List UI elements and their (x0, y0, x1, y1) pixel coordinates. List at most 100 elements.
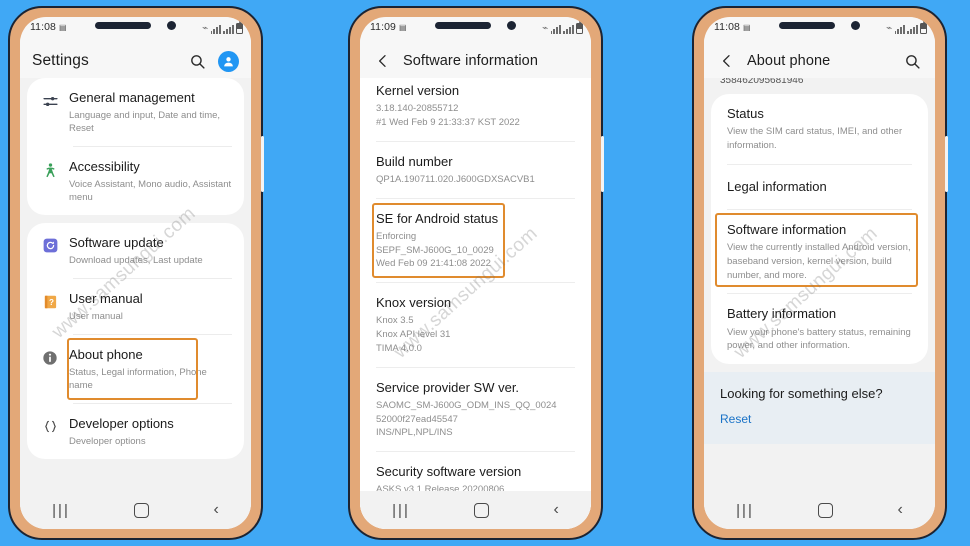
info-row-service-provider-sw-ver[interactable]: Service provider SW ver. SAOMC_SM-J600G_… (360, 367, 591, 452)
settings-list[interactable]: General management Language and input, D… (20, 78, 251, 529)
imei-number: 358462095681946 (720, 78, 804, 86)
row-title: Knox version (376, 295, 452, 311)
back-icon[interactable]: ‹ (897, 501, 902, 519)
status-bar-left: 11:09 ▤ (365, 19, 416, 35)
volume-button[interactable] (944, 136, 948, 192)
row-title: Software information (727, 221, 847, 237)
row-title: Status (727, 106, 764, 121)
info-row-build-number[interactable]: Build number QP1A.190711.020.J600GDXSACV… (360, 141, 591, 198)
row-title: Developer options (69, 416, 174, 432)
row-title: Software update (69, 235, 164, 251)
status-bar-right: ⌁ (194, 17, 247, 37)
row-title: Battery information (727, 306, 837, 322)
signal-bars-icon (210, 25, 221, 34)
row-line: Knox API level 31 (376, 329, 451, 341)
phone-device-software-information: 11:09 ▤ ⌁ Software information Kernel ve… (348, 6, 604, 540)
navigation-bar[interactable]: ||| ‹ (20, 491, 251, 529)
sim-icon: ▤ (399, 22, 407, 32)
looking-for-something-else-card: Looking for something else? Reset (704, 372, 935, 445)
navigation-bar[interactable]: ||| ‹ (360, 491, 591, 529)
home-icon[interactable] (474, 502, 490, 518)
row-subtitle: Language and input, Date and time, Reset (69, 109, 221, 134)
user-manual-icon: ? (37, 290, 63, 310)
sidebar-item-general-management[interactable]: General management Language and input, D… (27, 78, 244, 146)
home-icon[interactable] (134, 502, 150, 518)
row-line: TIMA 4.0.0 (376, 342, 422, 354)
about-phone-list[interactable]: 358462095681946 Status View the SIM card… (704, 78, 935, 529)
row-title: Build number (376, 153, 453, 169)
row-line: #1 Wed Feb 9 21:33:37 KST 2022 (376, 116, 520, 128)
phone-device-about-phone: 11:08 ▤ ⌁ About phone 358462095681946 St… (692, 6, 948, 540)
info-row-knox-version[interactable]: Knox version Knox 3.5 Knox API level 31 … (360, 283, 591, 367)
screenshot-stage: 11:08 ▤ ⌁ Settings General management La… (0, 0, 970, 546)
row-subtitle: Voice Assistant, Mono audio, Assistant m… (69, 178, 232, 203)
software-information-list[interactable]: Kernel version 3.18.140-20855712 #1 Wed … (360, 78, 591, 529)
search-icon[interactable] (901, 50, 923, 72)
row-text: About phone Status, Legal information, P… (63, 346, 232, 392)
row-line: 52000f27ead45547 (376, 413, 458, 425)
wifi-off-icon: ⌁ (886, 23, 893, 34)
battery-icon (236, 21, 243, 34)
home-icon[interactable] (818, 502, 834, 518)
row-line: SEPF_SM-J600G_10_0029 (376, 244, 494, 256)
row-subtitle: Developer options (69, 435, 146, 447)
back-arrow-icon[interactable] (372, 50, 394, 72)
sidebar-item-about-phone[interactable]: About phone Status, Legal information, P… (27, 335, 244, 403)
software-update-icon (37, 234, 63, 253)
reset-link[interactable]: Reset (720, 412, 751, 426)
signal-bars-icon (550, 25, 561, 34)
search-icon[interactable] (186, 50, 208, 72)
recents-icon[interactable]: ||| (736, 502, 754, 519)
phone-device-settings: 11:08 ▤ ⌁ Settings General management La… (8, 6, 264, 540)
row-line: 3.18.140-20855712 (376, 103, 459, 115)
sidebar-item-user-manual[interactable]: ? User manual User manual (27, 279, 244, 334)
volume-button[interactable] (260, 136, 264, 192)
row-subtitle: Download updates, Last update (69, 254, 203, 266)
status-time: 11:08 (714, 21, 740, 33)
row-body: Build number QP1A.190711.020.J600GDXSACV… (360, 142, 591, 198)
list-item-software-information[interactable]: Software information View the currently … (711, 210, 928, 293)
settings-group-1: General management Language and input, D… (27, 78, 244, 216)
sliders-icon (37, 89, 63, 110)
battery-icon (920, 21, 927, 34)
sim-icon: ▤ (743, 22, 751, 32)
volume-button[interactable] (600, 136, 604, 192)
list-item-battery-information[interactable]: Battery information View your phone's ba… (711, 294, 928, 364)
info-row-se-for-android-status[interactable]: SE for Android status Enforcing SEPF_SM-… (360, 198, 591, 283)
row-body: Knox version Knox 3.5 Knox API level 31 … (360, 283, 591, 366)
about-phone-icon (37, 346, 63, 366)
row-title: About phone (69, 346, 143, 362)
footer-title: Looking for something else? (720, 386, 883, 402)
status-bar-left: 11:08 ▤ (25, 19, 76, 35)
row-body: Service provider SW ver. SAOMC_SM-J600G_… (360, 368, 591, 451)
row-line: Enforcing (376, 230, 417, 242)
signal-bars-icon-2 (907, 25, 918, 34)
row-line: INS/NPL,NPL/INS (376, 427, 453, 439)
row-text: Software update Download updates, Last u… (63, 234, 232, 267)
recents-icon[interactable]: ||| (392, 502, 410, 519)
sidebar-item-software-update[interactable]: Software update Download updates, Last u… (27, 223, 244, 278)
signal-bars-icon-2 (563, 25, 574, 34)
list-item-status[interactable]: Status View the SIM card status, IMEI, a… (711, 94, 928, 164)
row-line: SAOMC_SM-J600G_ODM_INS_QQ_0024 (376, 399, 557, 411)
battery-icon (576, 21, 583, 34)
row-text: Developer options Developer options (63, 415, 232, 448)
row-subtitle: User manual (69, 310, 123, 322)
row-line: Knox 3.5 (376, 315, 414, 327)
status-bar: 11:09 ▤ ⌁ (360, 17, 591, 38)
developer-options-icon (37, 415, 63, 434)
navigation-bar[interactable]: ||| ‹ (704, 491, 935, 529)
back-icon[interactable]: ‹ (553, 501, 558, 519)
recents-icon[interactable]: ||| (52, 502, 70, 519)
status-bar-left: 11:08 ▤ (709, 19, 760, 35)
info-row-kernel-version[interactable]: Kernel version 3.18.140-20855712 #1 Wed … (360, 78, 591, 141)
sidebar-item-accessibility[interactable]: Accessibility Voice Assistant, Mono audi… (27, 147, 244, 215)
status-bar: 11:08 ▤ ⌁ (704, 17, 935, 38)
account-avatar-icon[interactable] (218, 50, 239, 72)
row-title: SE for Android status (376, 210, 499, 226)
list-item-legal-information[interactable]: Legal information (711, 165, 928, 209)
back-icon[interactable]: ‹ (213, 501, 218, 519)
row-subtitle: View your phone's battery status, remain… (727, 326, 911, 352)
back-arrow-icon[interactable] (716, 50, 738, 72)
sidebar-item-developer-options[interactable]: Developer options Developer options (27, 404, 244, 459)
